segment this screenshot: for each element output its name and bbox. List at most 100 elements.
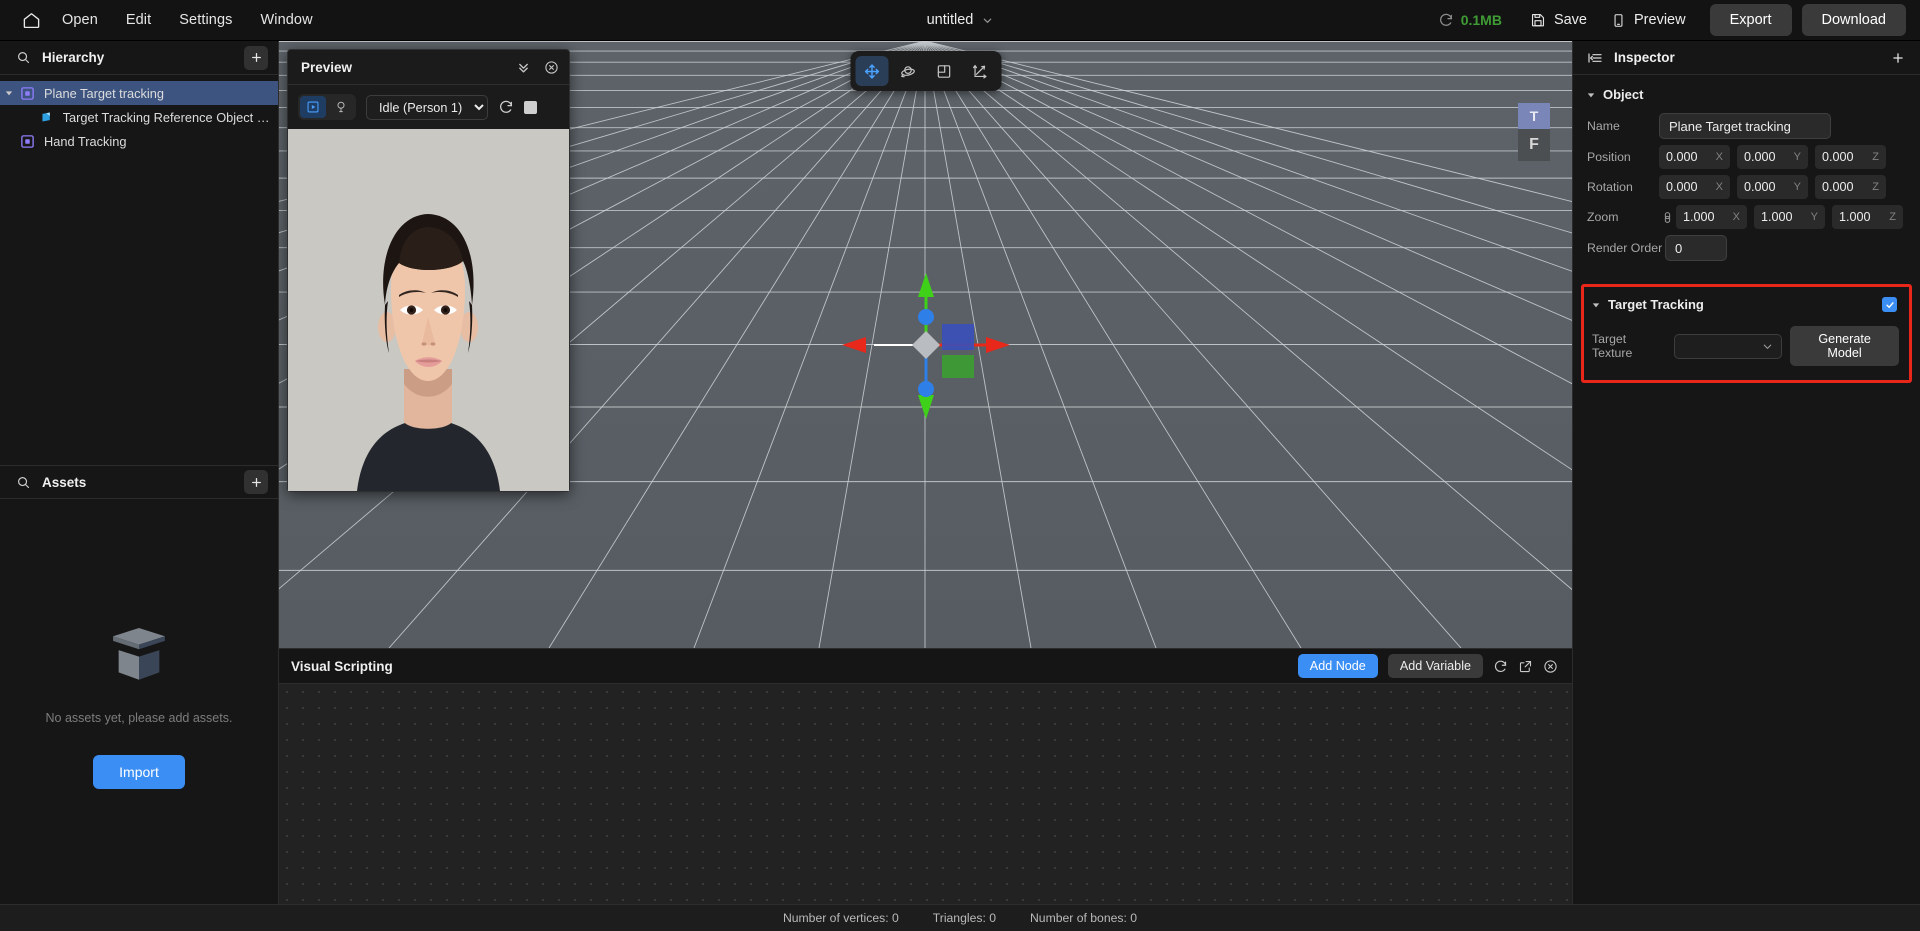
target-texture-select[interactable] — [1674, 333, 1783, 359]
assets-header: Assets — [0, 465, 278, 499]
axis-label-z: Z — [1889, 211, 1896, 223]
position-y-input[interactable] — [1744, 150, 1792, 164]
rotation-x-input[interactable] — [1666, 180, 1714, 194]
center-column: T F Preview Idle (Person 1) Visual Scrip… — [279, 41, 1572, 904]
inspector-panel-icon — [1587, 50, 1603, 66]
light-bulb-icon[interactable] — [328, 96, 354, 118]
name-input[interactable] — [1659, 113, 1831, 139]
view-cube-front-label[interactable]: F — [1518, 129, 1550, 161]
assets-empty-state: No assets yet, please add assets. Import — [0, 499, 278, 904]
hierarchy-tree: Plane Target tracking Target Tracking Re… — [0, 75, 278, 465]
menu-open[interactable]: Open — [48, 7, 112, 33]
rotation-fields: X Y Z — [1659, 175, 1886, 199]
chevrons-down-icon[interactable] — [516, 60, 531, 75]
rotation-y-cell[interactable]: Y — [1737, 175, 1808, 199]
visual-scripting-header: Visual Scripting Add Node Add Variable — [279, 649, 1572, 683]
rotation-y-input[interactable] — [1744, 180, 1792, 194]
import-button[interactable]: Import — [93, 754, 185, 789]
axis-label-y: Y — [1793, 151, 1801, 163]
view-cube-top-label[interactable]: T — [1518, 103, 1550, 129]
target-tracking-enabled-checkbox[interactable] — [1882, 297, 1897, 312]
scale-square-icon[interactable] — [927, 56, 960, 86]
object-section-header[interactable]: Object — [1573, 85, 1920, 110]
add-node-button[interactable]: Add Node — [1297, 654, 1378, 678]
transform-axes-icon[interactable] — [963, 56, 996, 86]
target-tracking-header[interactable]: Target Tracking — [1584, 293, 1909, 312]
viewport-3d[interactable]: T F Preview Idle (Person 1) — [279, 41, 1572, 648]
refresh-icon[interactable] — [1438, 12, 1454, 28]
menu-settings[interactable]: Settings — [165, 7, 246, 33]
save-button[interactable]: Save — [1520, 6, 1597, 34]
status-bar: Number of vertices: 0 Triangles: 0 Numbe… — [0, 904, 1920, 931]
translate-gizmo[interactable] — [838, 267, 1014, 423]
axis-label-z: Z — [1872, 181, 1879, 193]
zoom-fields: X Y Z — [1676, 205, 1903, 229]
visual-scripting-canvas[interactable] — [279, 683, 1572, 904]
render-order-input[interactable] — [1665, 235, 1727, 261]
link-lock-icon[interactable] — [1659, 211, 1675, 224]
animation-select[interactable]: Idle (Person 1) — [366, 94, 488, 120]
zoom-x-cell[interactable]: X — [1676, 205, 1747, 229]
visual-scripting-actions: Add Node Add Variable — [1297, 654, 1558, 678]
floppy-disk-icon — [1530, 12, 1546, 28]
move-arrows-icon[interactable] — [855, 56, 888, 86]
play-box-icon[interactable] — [300, 96, 326, 118]
zoom-y-input[interactable] — [1761, 210, 1809, 224]
rotation-row: Rotation X Y Z — [1573, 172, 1920, 202]
zoom-label: Zoom — [1587, 210, 1619, 224]
visual-scripting-refresh-icon[interactable] — [1493, 659, 1508, 674]
tree-node-hand-tracking[interactable]: Hand Tracking — [0, 129, 278, 153]
axis-label-z: Z — [1872, 151, 1879, 163]
menu-window[interactable]: Window — [246, 7, 326, 33]
caret-down-icon[interactable] — [1592, 301, 1600, 309]
target-texture-label: Target Texture — [1592, 332, 1633, 360]
tree-node-plane-target-tracking[interactable]: Plane Target tracking — [0, 81, 278, 105]
save-label: Save — [1553, 12, 1587, 28]
add-variable-button[interactable]: Add Variable — [1387, 654, 1483, 678]
search-icon[interactable] — [16, 50, 31, 65]
preview-panel-header: Preview — [288, 50, 569, 85]
tree-node-label: Target Tracking Reference Object (don'… — [62, 109, 270, 125]
stop-square-icon[interactable] — [524, 100, 537, 114]
zoom-y-cell[interactable]: Y — [1754, 205, 1825, 229]
zoom-z-cell[interactable]: Z — [1832, 205, 1903, 229]
inspector-title: Inspector — [1614, 50, 1675, 65]
memory-indicator[interactable]: 0.1MB — [1438, 12, 1502, 28]
preview-render-image — [288, 129, 569, 491]
caret-down-icon[interactable] — [0, 89, 18, 97]
zoom-x-input[interactable] — [1683, 210, 1731, 224]
generate-model-button[interactable]: Generate Model — [1790, 326, 1899, 366]
rotation-x-cell[interactable]: X — [1659, 175, 1730, 199]
external-link-icon[interactable] — [1518, 659, 1533, 674]
download-button[interactable]: Download — [1801, 4, 1906, 36]
preview-panel-title: Preview — [301, 59, 353, 75]
left-sidebar: Hierarchy Plane Target tracking Target T… — [0, 41, 279, 904]
circle-x-icon[interactable] — [1543, 659, 1558, 674]
position-x-cell[interactable]: X — [1659, 145, 1730, 169]
caret-down-icon[interactable] — [1587, 91, 1595, 99]
search-icon[interactable] — [16, 475, 31, 490]
document-title-dropdown[interactable]: untitled — [927, 12, 994, 28]
position-y-cell[interactable]: Y — [1737, 145, 1808, 169]
top-menu-bar: Open Edit Settings Window untitled 0.1MB — [0, 0, 1920, 41]
tree-node-target-tracking-reference-object[interactable]: Target Tracking Reference Object (don'… — [0, 105, 278, 129]
position-z-input[interactable] — [1822, 150, 1870, 164]
assets-title: Assets — [42, 474, 87, 490]
preview-refresh-icon[interactable] — [498, 99, 514, 115]
menu-edit[interactable]: Edit — [112, 7, 165, 33]
view-cube[interactable]: T F — [1518, 103, 1550, 161]
export-button[interactable]: Export — [1709, 4, 1792, 36]
position-x-input[interactable] — [1666, 150, 1714, 164]
position-fields: X Y Z — [1659, 145, 1886, 169]
home-icon[interactable] — [14, 5, 48, 35]
rotation-z-input[interactable] — [1822, 180, 1870, 194]
position-z-cell[interactable]: Z — [1815, 145, 1886, 169]
hierarchy-add-button[interactable] — [244, 45, 268, 70]
inspector-add-button[interactable] — [1886, 46, 1910, 70]
rotation-z-cell[interactable]: Z — [1815, 175, 1886, 199]
preview-button[interactable]: Preview — [1601, 6, 1696, 34]
circle-x-icon[interactable] — [544, 60, 559, 75]
assets-add-button[interactable] — [244, 470, 268, 494]
rotate-orbit-icon[interactable] — [891, 56, 924, 86]
zoom-z-input[interactable] — [1839, 210, 1887, 224]
